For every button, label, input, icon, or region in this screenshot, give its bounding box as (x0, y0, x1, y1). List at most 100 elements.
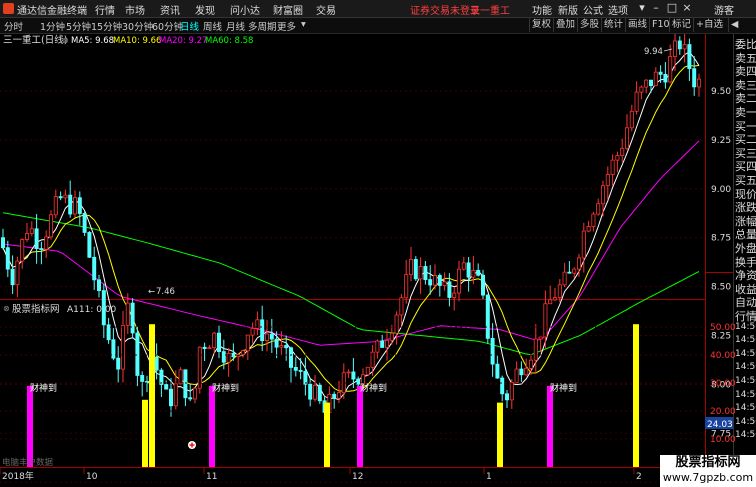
menu-newversion[interactable]: 新版 (558, 2, 578, 17)
tool-multistock[interactable]: 多股 (577, 18, 601, 32)
right-panel-item[interactable]: 14:50 (735, 403, 756, 413)
candle-body (533, 338, 538, 361)
period-30min[interactable]: 30分钟 (122, 19, 153, 33)
candle-body (159, 369, 164, 385)
period-1min[interactable]: 1分钟 (40, 19, 65, 33)
maximize-icon[interactable]: □ (666, 1, 678, 14)
signal-bar (357, 385, 363, 467)
candle-body (553, 297, 558, 301)
right-panel-item[interactable]: 14:50 (735, 376, 756, 386)
subchart-collapse-icon[interactable]: ⊗ (3, 304, 10, 313)
period-60min[interactable]: 60分钟 (152, 19, 183, 33)
guest-user[interactable]: 游客 (714, 2, 734, 17)
candle-body (130, 302, 135, 334)
tool-draw[interactable]: 画线 (625, 18, 649, 32)
period-weekly[interactable]: 周线 (203, 19, 222, 33)
candle-body (58, 196, 63, 199)
right-panel-item[interactable]: 14:50 (735, 362, 756, 372)
period-15min[interactable]: 15分钟 (91, 19, 122, 33)
data-source-note: 电脑丰户数据 (2, 457, 54, 468)
candle-body (260, 319, 265, 341)
tool-mark[interactable]: 标记 (669, 18, 693, 32)
minimize-icon[interactable]: – (650, 1, 662, 14)
period-multi[interactable]: 多周期 (248, 19, 277, 33)
candle-body (317, 384, 322, 402)
signal-label: 财神到 (550, 382, 577, 394)
period-5min[interactable]: 5分钟 (66, 19, 91, 33)
period-monthly[interactable]: 月线 (226, 19, 245, 33)
kline-chart-area[interactable]: 9.509.259.008.758.508.258.007.757.50 三一重… (0, 34, 756, 487)
candle-body (197, 346, 202, 389)
menu-ask[interactable]: 问小达 (230, 2, 260, 17)
tool-restore-rights[interactable]: 复权 (529, 18, 553, 32)
candle-body (504, 393, 509, 401)
title-bar: 通达信金融终端 行情 市场 资讯 发现 问小达 财富圈 交易 证券交易未登录 三… (0, 0, 756, 18)
candle-body (308, 383, 313, 400)
candle-body (73, 197, 78, 215)
candle-body (658, 71, 663, 75)
candle-body (274, 338, 279, 348)
candle-body (298, 369, 303, 372)
ma10-line (2, 64, 700, 392)
menu-discover[interactable]: 发现 (195, 2, 215, 17)
more-dropdown-icon[interactable]: ▾ (301, 19, 306, 30)
period-more[interactable]: 更多 (277, 19, 296, 33)
candle-body (44, 236, 49, 250)
candle-body (428, 279, 433, 286)
candle-body (245, 334, 250, 352)
candle-body (63, 194, 68, 199)
candle-body (490, 337, 495, 365)
right-panel-item[interactable]: 14:50 (735, 430, 756, 440)
candle-body (673, 40, 678, 57)
candle-body (399, 297, 404, 316)
candle-body (135, 332, 140, 376)
x-label: 10 (86, 472, 98, 482)
candle-body (548, 299, 553, 305)
tool-collapse[interactable]: ◀ (728, 18, 740, 32)
candle-body (380, 340, 385, 348)
menu-trade[interactable]: 交易 (316, 2, 336, 17)
subchart-tick: 50.00 (710, 323, 736, 333)
menu-formula[interactable]: 公式 (583, 2, 603, 17)
candle-body (581, 230, 586, 259)
candle-body (24, 233, 29, 240)
tool-overlay[interactable]: 叠加 (553, 18, 577, 32)
collapse-circle-icon[interactable]: ⊗ (62, 36, 69, 45)
candle-body (596, 203, 601, 215)
menu-market[interactable]: 市场 (125, 2, 145, 17)
candle-body (404, 274, 409, 299)
subchart-tick: 20.00 (710, 407, 736, 417)
candle-body (562, 271, 567, 286)
candle-body (519, 368, 524, 376)
candle-body (500, 377, 505, 395)
candle-body (250, 328, 255, 336)
candle-body (188, 397, 193, 400)
candle-body (140, 375, 145, 382)
candle-body (394, 314, 399, 334)
right-panel-item[interactable]: 14:50 (735, 417, 756, 427)
menu-options[interactable]: 选项 (608, 2, 628, 17)
tool-stats[interactable]: 统计 (601, 18, 625, 32)
menu-news[interactable]: 资讯 (160, 2, 180, 17)
period-daily[interactable]: 日线 (180, 19, 199, 33)
candle-body (687, 44, 692, 70)
candle-body (615, 155, 620, 161)
menu-wealth[interactable]: 财富圈 (273, 2, 303, 17)
low-price-label: 7.46 (156, 287, 175, 297)
right-panel-item[interactable]: 14:50 (735, 335, 756, 345)
candle-body (29, 228, 34, 234)
period-timeshare[interactable]: 分时 (4, 19, 23, 33)
watermark-title: 股票指标网 (675, 455, 741, 470)
candle-body (87, 232, 92, 258)
dropdown-icon[interactable]: ▾ (636, 1, 648, 14)
candle-body (476, 269, 481, 276)
tool-add-watchlist[interactable]: +自选 (693, 18, 725, 32)
right-panel-item[interactable]: 14:50 (735, 322, 756, 332)
close-icon[interactable]: × (681, 1, 693, 14)
candle-body (284, 345, 289, 349)
menu-function[interactable]: 功能 (532, 2, 552, 17)
right-panel-item[interactable]: 14:50 (735, 349, 756, 359)
right-panel-item[interactable]: 14:50 (735, 390, 756, 400)
candle-body (303, 370, 308, 385)
menu-quotes[interactable]: 行情 (95, 2, 115, 17)
